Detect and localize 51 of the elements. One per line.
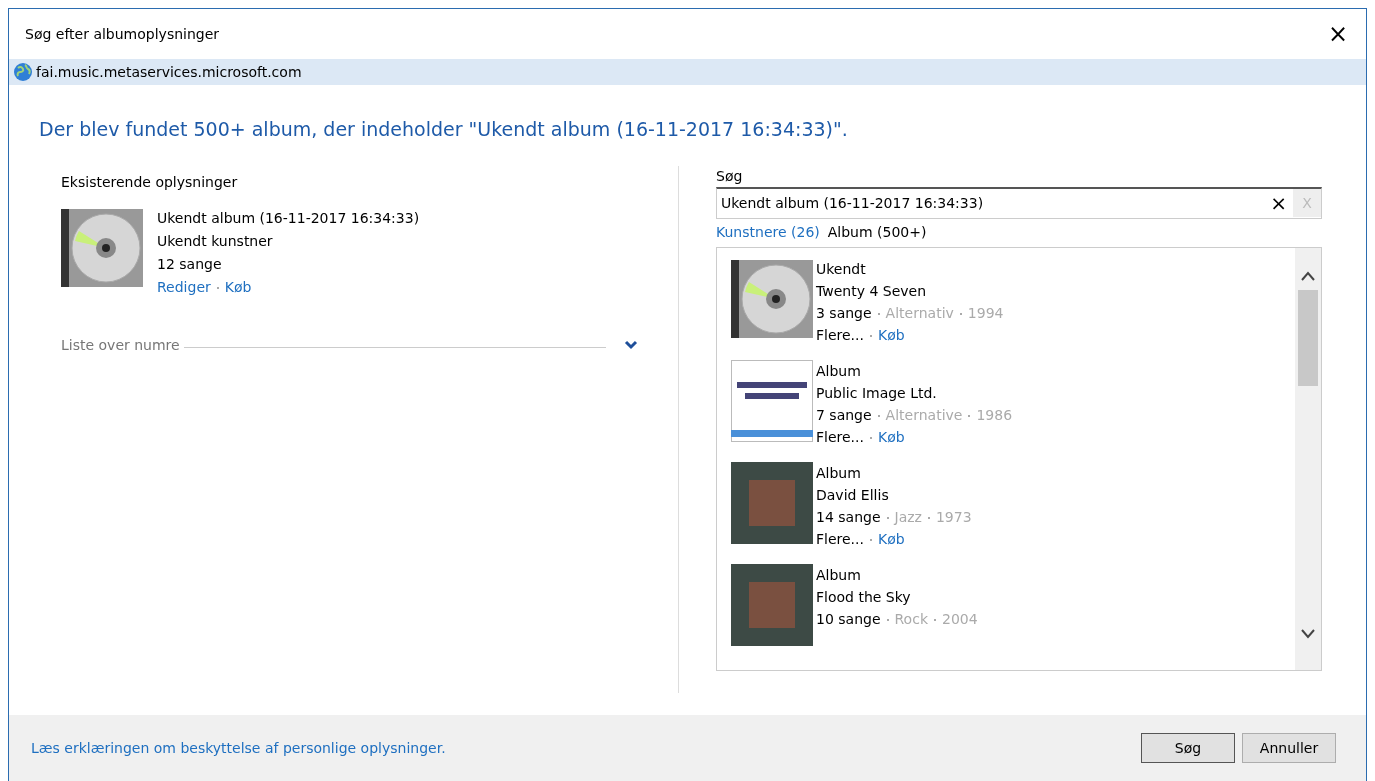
- genre-text: Rock: [894, 611, 928, 627]
- genre-text: Jazz: [894, 509, 922, 525]
- genre-text: Alternativ: [885, 305, 954, 321]
- link[interactable]: Flere...: [816, 327, 864, 343]
- link[interactable]: Køb: [224, 278, 252, 295]
- result-type: Album: [816, 566, 862, 585]
- album-title: Public Image Ltd.: [816, 384, 938, 403]
- dialog-button[interactable]: Annuller: [1242, 733, 1336, 763]
- song-count: 3 sange: [816, 305, 872, 321]
- clear-button[interactable]: ×: [1264, 193, 1293, 213]
- window-title: Søg efter albumoplysninger: [25, 24, 220, 44]
- album-info-text: Ukendt kunstner: [157, 231, 274, 251]
- link[interactable]: Køb: [877, 429, 905, 445]
- expand-icon[interactable]: [624, 340, 638, 350]
- song-count: 7 sange: [816, 407, 872, 423]
- cd-case-icon: [61, 206, 143, 289]
- year-text: 1994: [967, 305, 1004, 321]
- link[interactable]: Flere...: [816, 531, 864, 547]
- scroll-up-icon[interactable]: [1300, 270, 1316, 282]
- dialog-button[interactable]: Søg: [1141, 733, 1235, 763]
- section-label: Liste over numre: [61, 335, 180, 355]
- url-text: fai.music.metaservices.microsoft.com: [36, 62, 302, 82]
- album-title: Twenty 4 Seven: [816, 282, 928, 301]
- album-title: Flood the Sky: [816, 588, 912, 607]
- result-heading: Der blev fundet 500+ album, der indeholder "Ukendt album (16-11-2017 16:34:33)".: [38, 117, 849, 142]
- song-count: 10 sange: [816, 611, 881, 627]
- genre-text: Alternative: [885, 407, 963, 423]
- result-type: Album: [816, 464, 862, 483]
- year-text: 2004: [942, 611, 978, 627]
- result-type: Ukendt: [816, 260, 867, 279]
- song-count: 14 sange: [816, 509, 881, 525]
- cd-case-icon: [731, 258, 813, 340]
- album-info-text: Ukendt album (16-11-2017 16:34:33): [157, 208, 420, 228]
- tab[interactable]: Kunstnere (26): [716, 222, 828, 243]
- privacy-link[interactable]: Læs erklæringen om beskyttelse af personlige oplysninger.: [31, 737, 446, 759]
- field-label: Søg: [716, 166, 744, 186]
- result-type: Album: [816, 362, 862, 381]
- scrollbar-thumb[interactable]: [1298, 290, 1318, 386]
- year-text: 1986: [976, 407, 1013, 423]
- section-label: Eksisterende oplysninger: [61, 172, 239, 192]
- album-info-text: 12 sange: [157, 254, 223, 274]
- link[interactable]: Flere...: [816, 429, 864, 445]
- tab[interactable]: Album (500+): [827, 222, 935, 243]
- scroll-down-icon[interactable]: [1300, 628, 1316, 640]
- globe-icon: [13, 62, 33, 82]
- year-text: 1973: [935, 509, 972, 525]
- album-title: David Ellis: [816, 486, 890, 505]
- link[interactable]: Rediger: [157, 278, 211, 295]
- link[interactable]: Køb: [877, 327, 905, 343]
- close-button[interactable]: ×: [1323, 22, 1352, 46]
- link[interactable]: Køb: [877, 531, 905, 547]
